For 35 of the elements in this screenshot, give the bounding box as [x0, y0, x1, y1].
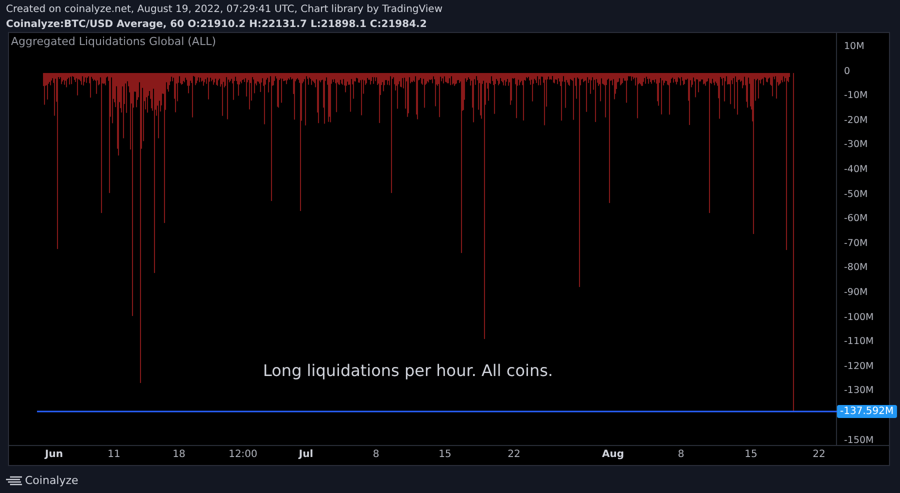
y-axis-label: -150M [844, 435, 874, 446]
brand-name: Coinalyze [25, 474, 78, 487]
y-axis-label: -30M [844, 139, 868, 150]
y-axis-label: -80M [844, 262, 868, 274]
last-value-label: -137.592M [837, 405, 897, 418]
y-axis-label: -120M [844, 360, 874, 372]
x-axis-label: Jul [298, 449, 314, 460]
y-axis-label: -70M [844, 238, 868, 249]
y-axis-label: -50M [844, 188, 868, 200]
x-axis-label: 22 [812, 449, 826, 460]
x-axis-label: Jun [45, 449, 63, 460]
x-axis-label: 11 [108, 449, 120, 460]
y-axis-label: 10M [844, 41, 864, 52]
y-axis-label: -10M [844, 90, 868, 102]
x-axis-label: 8 [372, 449, 380, 460]
x-axis-label: 15 [438, 449, 452, 460]
y-axis-label: -90M [844, 287, 868, 298]
indicator-legend: Aggregated Liquidations Global (ALL) [11, 35, 216, 48]
x-axis-label: 8 [678, 449, 684, 460]
y-axis-label: 0 [844, 66, 850, 77]
chart-caption: Created on coinalyze.net, August 19, 2022, 07:29:41 UTC, Chart library by TradingView [6, 3, 444, 17]
x-axis-label: 22 [508, 449, 520, 460]
y-axis-label: -20M [844, 114, 868, 126]
symbol-ohlc-label: Coinalyze:BTC/USD Average, 60 O:21910.2 H:22131.7 L:21898.1 C:21984.2 [6, 18, 428, 32]
y-axis-label: -130M [844, 385, 874, 396]
logo-icon [6, 476, 22, 486]
y-axis-label: -40M [844, 164, 868, 175]
y-axis-label: -100M [844, 312, 874, 323]
y-axis-label: -60M [844, 213, 868, 224]
x-axis-label: 12:00 [228, 449, 258, 460]
y-axis-label: -110M [844, 336, 874, 348]
chart-annotation: Long liquidations per hour. All coins. [263, 361, 553, 380]
x-axis-label: 15 [744, 449, 758, 460]
x-axis-label: Aug [602, 449, 624, 460]
x-axis-label: 18 [172, 449, 186, 460]
